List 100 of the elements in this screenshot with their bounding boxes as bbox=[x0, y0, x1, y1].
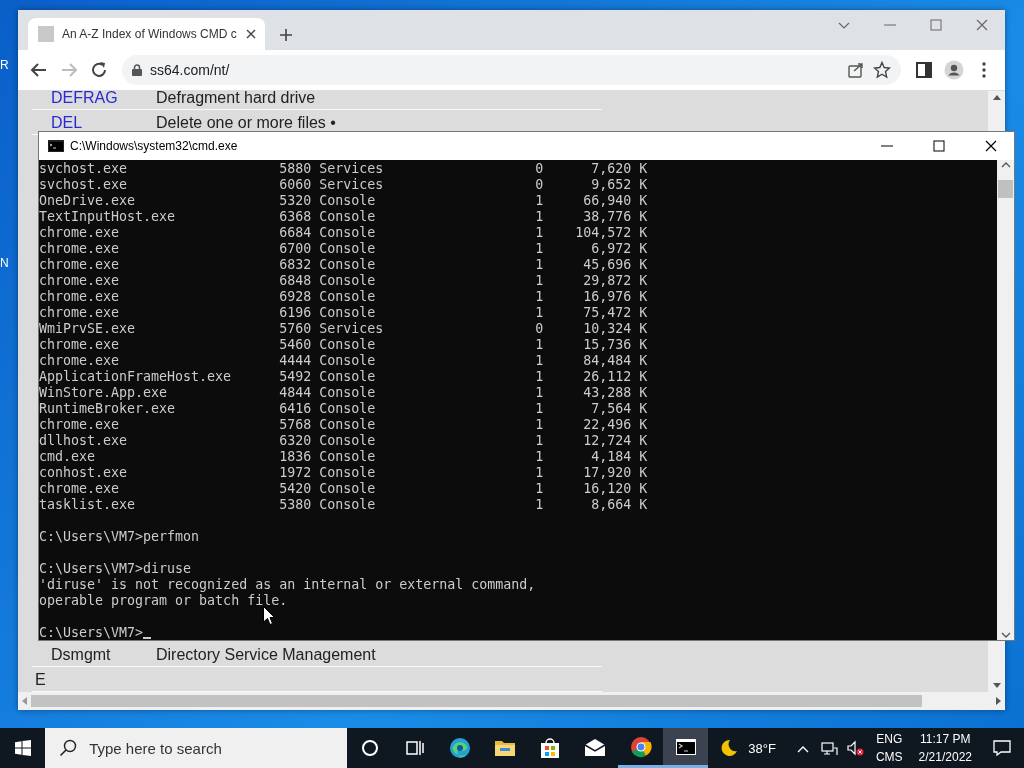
network-icon[interactable] bbox=[819, 739, 838, 757]
shopping-bag-icon[interactable] bbox=[539, 737, 562, 759]
scroll-right-icon[interactable] bbox=[996, 697, 1001, 705]
clock-date: 2/21/2022 bbox=[918, 749, 972, 766]
process-name: chrome.exe bbox=[39, 257, 121, 273]
session-name: Console bbox=[319, 257, 377, 273]
windows-logo-icon[interactable] bbox=[14, 740, 31, 756]
search-field[interactable]: Type here to search bbox=[45, 728, 348, 768]
memory-usage: 7,564 K bbox=[590, 401, 648, 417]
clock[interactable]: 11:17 PM 2/21/2022 bbox=[910, 730, 980, 766]
session-name: Console bbox=[319, 449, 377, 465]
scroll-up-icon[interactable] bbox=[1000, 162, 1011, 168]
process-id: 5460 bbox=[278, 337, 312, 353]
session-number: 1 bbox=[534, 449, 544, 465]
session-number: 1 bbox=[534, 401, 544, 417]
close-icon[interactable] bbox=[244, 28, 257, 40]
command-description: Defragment hard drive bbox=[156, 88, 316, 106]
process-name: dllhost.exe bbox=[39, 433, 129, 449]
session-number: 1 bbox=[534, 305, 544, 321]
share-icon[interactable] bbox=[847, 61, 865, 79]
chrome-icon[interactable] bbox=[629, 735, 652, 758]
scrollbar-thumb[interactable] bbox=[998, 180, 1013, 198]
scrollbar[interactable] bbox=[18, 692, 1005, 710]
mail-icon[interactable] bbox=[584, 737, 607, 759]
profile-icon[interactable] bbox=[944, 60, 964, 80]
session-number: 1 bbox=[534, 433, 544, 449]
scrollbar[interactable] bbox=[997, 160, 1014, 640]
section-letter: E bbox=[34, 670, 46, 688]
console-line: operable program or batch file. bbox=[39, 593, 288, 609]
process-name: chrome.exe bbox=[39, 481, 121, 497]
browser-tab[interactable]: An A-Z Index of Windows CMD c bbox=[28, 18, 265, 50]
session-number: 1 bbox=[534, 417, 544, 433]
process-name: svchost.exe bbox=[39, 177, 129, 193]
address-text: ss64.com/nt/ bbox=[150, 62, 231, 78]
language-indicator[interactable]: ENG CMS bbox=[867, 730, 911, 766]
session-name: Console bbox=[319, 385, 377, 401]
process-id: 5320 bbox=[278, 193, 312, 209]
edge-icon[interactable] bbox=[448, 737, 471, 759]
speaker-muted-icon[interactable] bbox=[845, 739, 864, 757]
search-placeholder: Type here to search bbox=[89, 739, 222, 757]
process-id: 4444 bbox=[278, 353, 312, 369]
weather-temperature[interactable]: 38°F bbox=[748, 740, 776, 756]
console-line: C:\Users\VM7>diruse bbox=[39, 561, 192, 577]
memory-usage: 10,324 K bbox=[582, 321, 648, 337]
language-code: CMS bbox=[875, 749, 903, 766]
session-name: Console bbox=[319, 481, 377, 497]
memory-usage: 38,776 K bbox=[582, 209, 648, 225]
process-id: 5760 bbox=[278, 321, 312, 337]
session-name: Console bbox=[319, 209, 377, 225]
memory-usage: 12,724 K bbox=[582, 433, 648, 449]
process-id: 6416 bbox=[278, 401, 312, 417]
memory-usage: 9,652 K bbox=[590, 177, 648, 193]
session-number: 1 bbox=[534, 193, 544, 209]
terminal-icon bbox=[48, 140, 64, 152]
scroll-down-icon[interactable] bbox=[1000, 632, 1011, 638]
process-id: 6832 bbox=[278, 257, 312, 273]
process-name: chrome.exe bbox=[39, 273, 121, 289]
session-name: Console bbox=[319, 369, 377, 385]
new-tab-icon[interactable] bbox=[278, 28, 293, 42]
search-icon bbox=[59, 739, 78, 757]
process-name: chrome.exe bbox=[39, 417, 121, 433]
scrollbar-thumb[interactable] bbox=[31, 695, 922, 707]
session-number: 1 bbox=[534, 385, 544, 401]
session-number: 1 bbox=[534, 353, 544, 369]
process-id: 5420 bbox=[278, 481, 312, 497]
scroll-up-icon[interactable] bbox=[992, 95, 1001, 100]
session-number: 1 bbox=[534, 241, 544, 257]
session-name: Services bbox=[319, 177, 385, 193]
taskbar-button[interactable] bbox=[663, 728, 709, 768]
memory-usage: 29,872 K bbox=[582, 273, 648, 289]
session-name: Console bbox=[319, 241, 377, 257]
process-name: svchost.exe bbox=[39, 161, 129, 177]
memory-usage: 15,736 K bbox=[582, 337, 648, 353]
process-id: 5380 bbox=[278, 497, 312, 513]
notification-icon[interactable] bbox=[992, 738, 1012, 758]
session-number: 1 bbox=[534, 465, 544, 481]
session-number: 1 bbox=[534, 225, 544, 241]
side-panel-icon[interactable] bbox=[914, 60, 934, 80]
process-id: 1972 bbox=[278, 465, 312, 481]
star-icon[interactable] bbox=[873, 61, 891, 79]
desktop-icon-label: R bbox=[0, 58, 9, 72]
command-link[interactable]: DEL bbox=[51, 113, 83, 131]
command-name: Dsmgmt bbox=[51, 645, 111, 663]
command-description: Delete one or more files • bbox=[156, 113, 336, 131]
language-code: ENG bbox=[876, 731, 903, 748]
process-name: chrome.exe bbox=[39, 305, 121, 321]
process-name: chrome.exe bbox=[39, 225, 121, 241]
command-link[interactable]: DEFRAG bbox=[51, 88, 118, 106]
scroll-down-icon[interactable] bbox=[992, 683, 1001, 688]
session-number: 1 bbox=[534, 257, 544, 273]
process-name: OneDrive.exe bbox=[39, 193, 137, 209]
address-bar[interactable]: ss64.com/nt/ bbox=[122, 55, 901, 85]
process-name: chrome.exe bbox=[39, 353, 121, 369]
memory-usage: 26,112 K bbox=[582, 369, 648, 385]
reload-icon[interactable] bbox=[89, 60, 109, 80]
session-name: Console bbox=[319, 193, 377, 209]
process-id: 6196 bbox=[278, 305, 312, 321]
session-name: Console bbox=[319, 225, 377, 241]
process-id: 6060 bbox=[278, 177, 312, 193]
session-name: Console bbox=[319, 353, 377, 369]
